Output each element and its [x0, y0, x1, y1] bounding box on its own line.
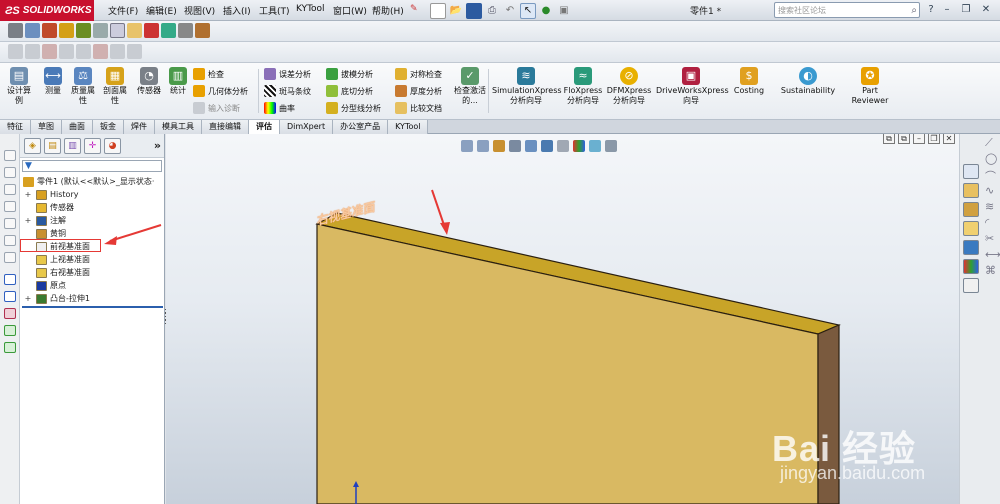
file-explorer-icon[interactable]	[963, 221, 979, 236]
custom-properties-icon[interactable]	[963, 278, 979, 293]
sketch-line-icon[interactable]: ⟋	[985, 136, 997, 149]
arc-icon[interactable]: ⌒	[985, 168, 997, 183]
offset-icon[interactable]: ≋	[985, 200, 997, 213]
sw-resources-icon[interactable]	[963, 164, 979, 179]
spline-icon[interactable]: ∿	[985, 184, 997, 197]
pattern-icon[interactable]: ⌘	[985, 264, 997, 277]
design-library-icon[interactable]	[963, 202, 979, 217]
trim-icon[interactable]: ✂	[985, 232, 997, 245]
fillet-icon[interactable]: ◜	[985, 216, 997, 229]
mirror-icon[interactable]: ⟷	[985, 248, 1000, 261]
view-palette-icon[interactable]	[963, 240, 979, 255]
home-icon[interactable]	[963, 183, 979, 198]
circle-icon[interactable]: ◯	[985, 152, 997, 165]
appearances-icon[interactable]	[963, 259, 979, 274]
watermark-url: jingyan.baidu.com	[780, 463, 926, 483]
solidworks-window: ƧS SOLIDWORKS 文件(F) 编辑(E) 视图(V) 插入(I) 工具…	[0, 0, 1000, 504]
task-pane: ⟋ ◯ ⌒ ∿ ≋ ◜ ✂ ⟷ ⌘	[959, 134, 1000, 504]
